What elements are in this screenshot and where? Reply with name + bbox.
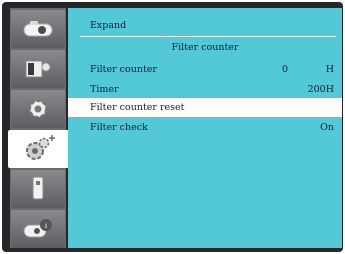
row-unit: H	[325, 64, 334, 75]
usb-icon	[32, 176, 44, 200]
row-filter-counter-reset[interactable]: Filter counter reset	[68, 98, 342, 117]
sidebar-item-expand[interactable]	[8, 130, 70, 168]
header-divider	[80, 36, 336, 37]
menu-header: Expand	[68, 16, 342, 35]
sidebar-item-usb[interactable]	[11, 170, 65, 208]
row-label: Timer	[90, 84, 119, 95]
row-value: 0	[282, 64, 289, 75]
sidebar: i	[8, 8, 70, 248]
menu-panel: Expand Filter counter Filter counter 0 H…	[68, 8, 342, 248]
row-label: Filter counter	[90, 64, 157, 75]
sidebar-item-projector[interactable]	[11, 10, 65, 48]
row-value: 200H	[307, 84, 334, 95]
info-icon: i	[23, 219, 52, 238]
sidebar-item-info[interactable]: i	[11, 210, 65, 248]
sidebar-item-setting[interactable]	[11, 90, 65, 128]
settings-gear-icon	[29, 100, 47, 118]
projector-icon	[23, 21, 53, 37]
row-filter-counter[interactable]: Filter counter 0 H	[68, 60, 342, 79]
expand-settings-icon	[26, 135, 55, 160]
row-label: Filter counter reset	[90, 102, 185, 113]
row-value: On	[320, 122, 334, 133]
image-adjust-icon	[25, 60, 51, 78]
row-label: Filter check	[90, 122, 148, 133]
sidebar-item-image[interactable]	[11, 50, 65, 88]
section-title: Filter counter	[171, 42, 239, 53]
row-filter-check[interactable]: Filter check On	[68, 118, 342, 137]
menu-title: Expand	[90, 20, 127, 31]
row-timer[interactable]: Timer 200H	[68, 80, 342, 99]
